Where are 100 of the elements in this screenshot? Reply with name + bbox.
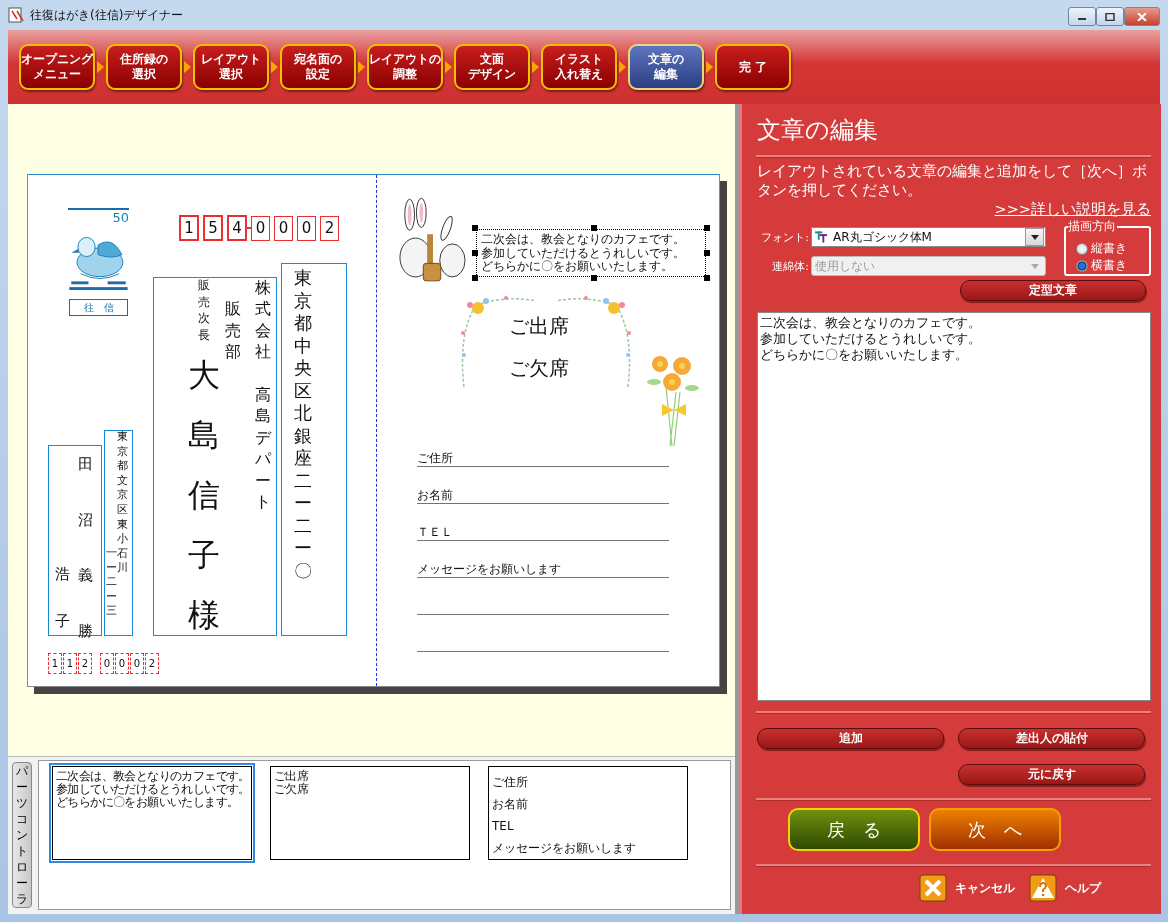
- part-card[interactable]: 二次会は、教会となりのカフェです。 参加していただけるとうれしいです。 どちらかに〇をお願いいたします。: [49, 763, 255, 863]
- part-text: ご出席: [274, 770, 310, 783]
- step-button[interactable]: レイアウトの 調整: [367, 44, 443, 90]
- radio-label[interactable]: 縦書き: [1091, 240, 1127, 257]
- dropdown-arrow-icon: [1031, 263, 1039, 269]
- postal-code-digit: 5: [203, 215, 223, 241]
- resize-handle[interactable]: [472, 250, 478, 256]
- font-select[interactable]: AR丸ゴシック体M: [811, 227, 1046, 247]
- form-field-label: ＴＥＬ: [417, 525, 453, 540]
- arrow-icon: [706, 60, 713, 74]
- parts-controller-tab[interactable]: パーツコントローラ: [12, 762, 32, 908]
- form-field-label: メッセージをお願いします: [417, 562, 561, 577]
- back-button[interactable]: 戻 る: [787, 808, 920, 851]
- next-button[interactable]: 次 へ: [928, 808, 1061, 851]
- step-button[interactable]: 完 了: [715, 44, 791, 90]
- template-button[interactable]: 定型文章: [960, 280, 1146, 301]
- stamp-value: 50: [68, 208, 129, 226]
- help-link[interactable]: >>>詳しい説明を見る: [994, 200, 1151, 219]
- text-editor[interactable]: 二次会は、教会となりのカフェです。 参加していただけるとうれしいです。 どちらかに〇をお願いいたします。: [757, 312, 1151, 701]
- postal-code-digit: 0: [274, 215, 293, 241]
- step-button[interactable]: イラスト 入れ替え: [541, 44, 617, 90]
- radio-button[interactable]: [1076, 259, 1088, 272]
- radio-button[interactable]: [1076, 242, 1088, 255]
- step-button[interactable]: 文章の 編集: [628, 44, 704, 90]
- help-button[interactable]: ヘルプ: [1029, 874, 1101, 902]
- panel-title: 文章の編集: [757, 115, 879, 145]
- action-button[interactable]: 差出人の貼付: [958, 728, 1145, 749]
- postal-code-digit: 0: [100, 653, 114, 674]
- action-button[interactable]: 元に戻す: [958, 764, 1145, 785]
- close-icon: [1137, 12, 1147, 21]
- arrow-icon: [445, 60, 452, 74]
- sender-address: 一ー二ー三: [106, 546, 117, 619]
- resize-handle[interactable]: [704, 225, 710, 231]
- step-button[interactable]: 文面 デザイン: [454, 44, 530, 90]
- postal-code-digit: 1: [48, 653, 62, 674]
- postal-code-digit: 0: [115, 653, 129, 674]
- reply-label: 往 信: [69, 299, 128, 316]
- recipient-address: 東京都中央区北銀座二ー二ー〇: [294, 267, 312, 582]
- company-name: 株式会社: [255, 277, 271, 363]
- resize-handle[interactable]: [591, 275, 597, 281]
- company-name: 高島デパート: [255, 384, 271, 513]
- form-field-label: お名前: [417, 488, 453, 503]
- field-label: フォント:: [760, 229, 809, 245]
- step-button[interactable]: レイアウト 選択: [193, 44, 269, 90]
- window-title: 往復はがき(往信)デザイナー: [30, 6, 184, 24]
- attendance-option: ご出席: [509, 313, 569, 339]
- part-text: 参加していただけるとうれしいです。: [56, 783, 248, 796]
- cancel-icon: [919, 874, 947, 902]
- step-button[interactable]: 宛名面の 設定: [280, 44, 356, 90]
- part-text: メッセージをお願いします: [492, 840, 637, 857]
- resize-handle[interactable]: [704, 275, 710, 281]
- part-text: どちらかに〇をお願いいたします。: [56, 796, 240, 809]
- part-text: お名前: [492, 796, 529, 813]
- arrow-icon: [619, 60, 626, 74]
- part-text: TEL: [492, 818, 515, 835]
- radio-label[interactable]: 横書き: [1091, 257, 1127, 274]
- resize-handle[interactable]: [472, 225, 478, 231]
- maximize-button[interactable]: [1096, 7, 1124, 26]
- part-card[interactable]: ご住所 お名前 TEL メッセージをお願いします: [485, 763, 691, 863]
- close-button[interactable]: [1124, 7, 1160, 26]
- department-name: 販売部: [225, 298, 241, 363]
- sender-name: 浩子: [55, 564, 70, 632]
- help-icon: [1029, 874, 1057, 902]
- action-button[interactable]: 追加: [757, 728, 944, 749]
- attendance-option: ご欠席: [509, 355, 569, 381]
- job-title: 販売次長: [198, 277, 210, 344]
- arrow-icon: [184, 60, 191, 74]
- step-button[interactable]: オープニング メニュー: [19, 44, 95, 90]
- part-text: 二次会は、教会となりのカフェです。: [56, 770, 248, 783]
- recipient-name: 大島信子様: [188, 355, 220, 636]
- maximize-icon: [1105, 12, 1115, 21]
- arrow-icon: [358, 60, 365, 74]
- postal-code-digit: 0: [251, 215, 270, 241]
- postal-code-digit: 0: [130, 653, 144, 674]
- sender-name: 田沼義勝: [78, 454, 93, 642]
- field-label: 連綿体:: [771, 258, 809, 274]
- part-card[interactable]: ご出席 ご欠席: [267, 763, 473, 863]
- part-text: ご欠席: [274, 783, 310, 796]
- resize-handle[interactable]: [591, 225, 597, 231]
- resize-handle[interactable]: [472, 275, 478, 281]
- arrow-icon: [97, 60, 104, 74]
- resize-handle[interactable]: [704, 250, 710, 256]
- font-icon: [815, 231, 828, 243]
- postal-code-digit: 1: [179, 215, 199, 241]
- postal-code-digit: 4: [227, 215, 247, 241]
- minimize-button[interactable]: [1068, 7, 1096, 26]
- cancel-button[interactable]: キャンセル: [919, 874, 1015, 902]
- instruction-text: レイアウトされている文章の編集と追加をして［次へ］ボタンを押してください。: [757, 162, 1148, 200]
- arrow-icon: [532, 60, 539, 74]
- app-icon: [8, 7, 24, 23]
- arrow-icon: [271, 60, 278, 74]
- sender-address: 東京都文京区東小石川: [117, 430, 128, 576]
- group-label: 描画方向: [1068, 219, 1117, 233]
- postal-code-digit: 2: [320, 215, 339, 241]
- postal-code-digit: 0: [297, 215, 316, 241]
- part-text: ご住所: [492, 774, 529, 791]
- step-button[interactable]: 住所録の 選択: [106, 44, 182, 90]
- form-field-label: ご住所: [417, 451, 453, 466]
- postal-code-digit: 2: [78, 653, 92, 674]
- postal-code-digit: 2: [145, 653, 159, 674]
